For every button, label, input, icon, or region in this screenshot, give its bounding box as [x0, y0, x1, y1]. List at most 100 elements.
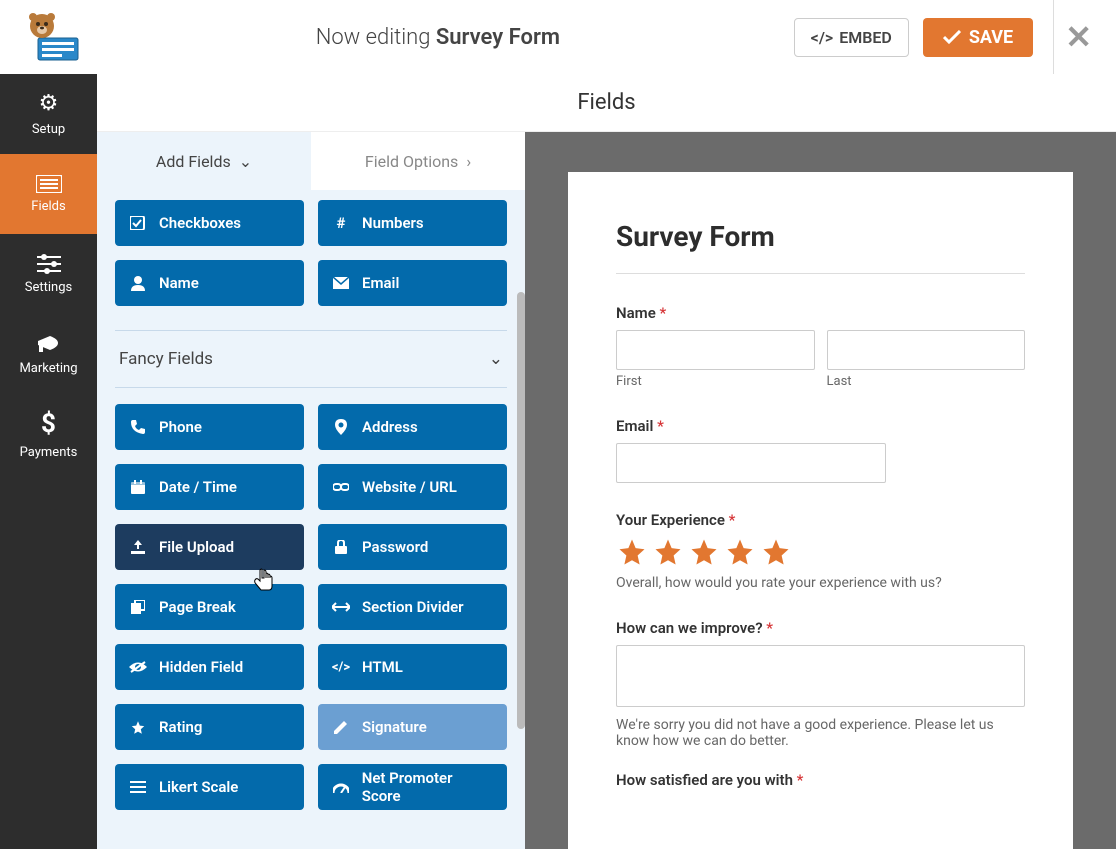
- rail-marketing[interactable]: Marketing: [0, 314, 97, 394]
- save-label: SAVE: [969, 27, 1013, 48]
- star-rating[interactable]: [616, 537, 1025, 567]
- field-password[interactable]: Password: [318, 524, 507, 570]
- improve-label: How can we improve? *: [616, 619, 1025, 637]
- list-icon: [36, 175, 62, 193]
- field-label: Password: [362, 538, 428, 556]
- field-label: Likert Scale: [159, 778, 238, 796]
- improve-desc: We're sorry you did not have a good expe…: [616, 717, 1025, 749]
- email-input[interactable]: [616, 443, 886, 483]
- close-button[interactable]: ✕: [1065, 18, 1092, 56]
- app-logo: [24, 12, 82, 62]
- star-icon[interactable]: [652, 537, 684, 567]
- rail-setup[interactable]: ⚙ Setup: [0, 74, 97, 154]
- field-phone[interactable]: Phone: [115, 404, 304, 450]
- required-mark: *: [656, 304, 666, 322]
- first-name-sublabel: First: [616, 374, 815, 389]
- form-card: Survey Form Name * First Last Email *: [568, 172, 1073, 849]
- sliders-icon: [37, 254, 61, 274]
- save-button[interactable]: SAVE: [923, 18, 1033, 57]
- copy-icon: [129, 600, 147, 614]
- section-fancy-label: Fancy Fields: [119, 349, 213, 369]
- chevron-down-icon: ⌄: [489, 349, 503, 369]
- eye-icon: [129, 661, 147, 673]
- first-name-input[interactable]: [616, 330, 815, 370]
- field-likert-scale[interactable]: Likert Scale: [115, 764, 304, 810]
- rail-payments-label: Payments: [20, 445, 78, 460]
- field-label: Page Break: [159, 598, 236, 616]
- field-label: Address: [362, 418, 418, 436]
- tab-add-fields[interactable]: Add Fields ⌄: [97, 132, 311, 190]
- form-preview: Survey Form Name * First Last Email *: [525, 132, 1116, 849]
- field-label: Phone: [159, 418, 202, 436]
- field-numbers[interactable]: # Numbers: [318, 200, 507, 246]
- link-icon: [332, 482, 350, 492]
- field-label: Email: [362, 274, 399, 292]
- field-address[interactable]: Address: [318, 404, 507, 450]
- star-icon[interactable]: [688, 537, 720, 567]
- embed-label: EMBED: [839, 28, 892, 47]
- person-icon: [129, 275, 147, 291]
- envelope-icon: [332, 277, 350, 289]
- star-icon[interactable]: [760, 537, 792, 567]
- experience-label: Your Experience *: [616, 511, 1025, 529]
- rail-payments[interactable]: $ Payments: [0, 394, 97, 474]
- field-email[interactable]: Email: [318, 260, 507, 306]
- code-icon: </>: [332, 660, 350, 675]
- field-signature[interactable]: Signature: [318, 704, 507, 750]
- field-website-url[interactable]: Website / URL: [318, 464, 507, 510]
- editing-form-name: Survey Form: [436, 25, 560, 50]
- last-name-input[interactable]: [827, 330, 1026, 370]
- check-icon: [129, 216, 147, 230]
- embed-button[interactable]: </> EMBED: [794, 18, 909, 57]
- required-mark: *: [763, 619, 773, 637]
- field-html[interactable]: </>HTML: [318, 644, 507, 690]
- editing-title: Now editing Survey Form: [82, 25, 794, 50]
- experience-desc: Overall, how would you rate your experie…: [616, 575, 1025, 591]
- field-label: Name: [159, 274, 199, 292]
- field-label: Section Divider: [362, 598, 464, 616]
- section-fancy-fields[interactable]: Fancy Fields ⌄: [115, 330, 507, 388]
- code-icon: </>: [811, 28, 834, 47]
- scrollbar[interactable]: [517, 292, 525, 729]
- tab-field-options[interactable]: Field Options ›: [311, 132, 525, 190]
- field-name[interactable]: Name: [115, 260, 304, 306]
- improve-textarea[interactable]: [616, 645, 1025, 707]
- pin-icon: [332, 419, 350, 435]
- form-title: Survey Form: [616, 220, 1025, 253]
- calendar-icon: [129, 480, 147, 494]
- fields-panel: Add Fields ⌄ Field Options › Checkboxes #…: [97, 132, 525, 849]
- hash-icon: #: [332, 214, 350, 232]
- bullhorn-icon: [36, 333, 62, 355]
- field-section-divider[interactable]: Section Divider: [318, 584, 507, 630]
- dollar-icon: $: [41, 409, 56, 439]
- name-label: Name *: [616, 304, 1025, 322]
- satisfied-label: How satisfied are you with *: [616, 771, 1025, 789]
- workspace: Add Fields ⌄ Field Options › Checkboxes #…: [97, 132, 1116, 849]
- rail-setup-label: Setup: [32, 122, 65, 137]
- star-icon[interactable]: [616, 537, 648, 567]
- upload-icon: [129, 540, 147, 554]
- phone-icon: [129, 420, 147, 434]
- field-checkboxes[interactable]: Checkboxes: [115, 200, 304, 246]
- check-icon: [943, 30, 961, 44]
- field-date-time[interactable]: Date / Time: [115, 464, 304, 510]
- satisfied-label-text: How satisfied are you with: [616, 771, 793, 789]
- tab-field-options-label: Field Options: [365, 152, 458, 171]
- star-icon[interactable]: [724, 537, 756, 567]
- rail-settings-label: Settings: [25, 280, 72, 295]
- field-net-promoter-score[interactable]: Net Promoter Score: [318, 764, 507, 810]
- email-label: Email *: [616, 417, 1025, 435]
- field-hidden-field[interactable]: Hidden Field: [115, 644, 304, 690]
- editing-prefix: Now editing: [316, 25, 436, 50]
- required-mark: *: [725, 511, 735, 529]
- experience-label-text: Your Experience: [616, 511, 725, 529]
- field-rating[interactable]: Rating: [115, 704, 304, 750]
- tab-add-fields-label: Add Fields: [156, 152, 231, 171]
- rail-settings[interactable]: Settings: [0, 234, 97, 314]
- field-label: Numbers: [362, 214, 424, 232]
- rail-fields[interactable]: Fields: [0, 154, 97, 234]
- content: Fields Add Fields ⌄ Field Options › Chec…: [97, 74, 1116, 849]
- field-file-upload[interactable]: File Upload: [115, 524, 304, 570]
- field-page-break[interactable]: Page Break: [115, 584, 304, 630]
- last-name-sublabel: Last: [827, 374, 1026, 389]
